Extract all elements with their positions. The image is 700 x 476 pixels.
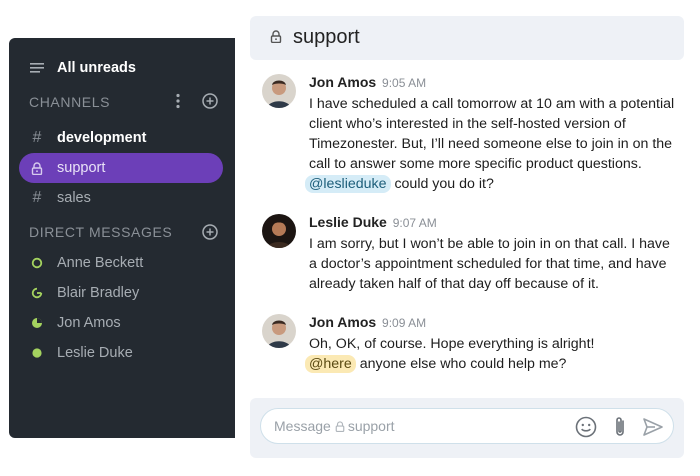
channel-item-development[interactable]: # development xyxy=(9,123,235,153)
sidebar: All unreads CHANNELS # development suppo… xyxy=(9,38,235,438)
all-unreads-item[interactable]: All unreads xyxy=(9,53,235,83)
all-unreads-label: All unreads xyxy=(57,60,136,76)
dm-item-anne-beckett[interactable]: Anne Beckett xyxy=(9,248,235,278)
message-body-tail: could you do it? xyxy=(394,176,494,192)
lock-icon xyxy=(335,420,345,432)
message-text: I have scheduled a call tomorrow at 10 a… xyxy=(305,94,681,194)
avatar[interactable] xyxy=(262,314,296,348)
channel-header: support xyxy=(250,16,684,60)
timestamp: 9:09 AM xyxy=(382,316,427,330)
message-input[interactable]: Message support xyxy=(260,408,674,444)
direct-messages-header: DIRECT MESSAGES xyxy=(29,224,173,240)
dm-label: Anne Beckett xyxy=(57,255,144,271)
message-text: Oh, OK, of course. Hope everything is al… xyxy=(305,334,681,374)
author-name[interactable]: Leslie Duke xyxy=(309,214,387,230)
avatar[interactable] xyxy=(262,214,296,248)
status-online-icon xyxy=(29,345,45,361)
menu-lines-icon xyxy=(29,60,45,76)
add-channel-icon[interactable] xyxy=(202,93,218,114)
status-partial-icon xyxy=(29,285,45,301)
message-body: Oh, OK, of course. Hope everything is al… xyxy=(309,336,595,352)
timestamp: 9:07 AM xyxy=(392,216,437,230)
channel-title: support xyxy=(293,26,360,48)
add-dm-icon[interactable] xyxy=(202,224,218,245)
avatar[interactable] xyxy=(262,74,296,108)
status-away-icon xyxy=(29,255,45,271)
message-body: I have scheduled a call tomorrow at 10 a… xyxy=(309,96,675,172)
dm-label: Jon Amos xyxy=(57,315,121,331)
hash-icon: # xyxy=(32,129,42,146)
channels-header: CHANNELS xyxy=(29,94,111,110)
placeholder-channel: support xyxy=(347,418,395,434)
channel-item-support[interactable]: support xyxy=(9,153,235,183)
send-icon[interactable] xyxy=(641,415,665,439)
composer-area: Message support xyxy=(250,398,684,458)
emoji-icon[interactable] xyxy=(574,415,598,439)
timestamp: 9:05 AM xyxy=(382,76,427,90)
attachment-icon[interactable] xyxy=(608,415,632,439)
dm-item-jon-amos[interactable]: Jon Amos xyxy=(9,308,235,338)
dm-item-blair-bradley[interactable]: Blair Bradley xyxy=(9,278,235,308)
status-pie-icon xyxy=(29,315,45,331)
author-name[interactable]: Jon Amos xyxy=(309,314,376,330)
message-body-tail: anyone else who could help me? xyxy=(359,356,567,372)
message-placeholder: Message support xyxy=(274,418,395,434)
author-name[interactable]: Jon Amos xyxy=(309,74,376,90)
channel-label: sales xyxy=(57,190,91,206)
here-mention[interactable]: @here xyxy=(305,355,356,373)
channel-item-sales[interactable]: # sales xyxy=(9,183,235,213)
dm-item-leslie-duke[interactable]: Leslie Duke xyxy=(9,338,235,368)
hash-icon: # xyxy=(32,189,42,206)
dm-label: Blair Bradley xyxy=(57,285,140,301)
lock-icon xyxy=(270,30,282,48)
lock-icon xyxy=(29,160,45,176)
message-text: I am sorry, but I won’t be able to join … xyxy=(309,236,670,292)
user-mention[interactable]: @leslieduke xyxy=(305,175,391,193)
channel-label: support xyxy=(57,160,106,176)
placeholder-prefix: Message xyxy=(274,418,331,434)
dm-label: Leslie Duke xyxy=(57,345,133,361)
channel-label: development xyxy=(57,130,147,146)
channel-options-icon[interactable] xyxy=(175,93,181,114)
